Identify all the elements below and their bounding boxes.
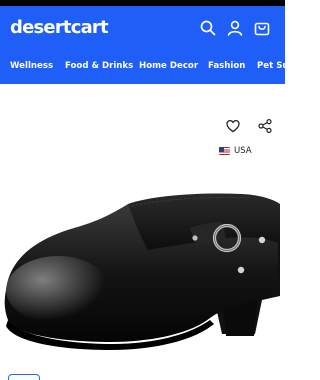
nav-item-fashion[interactable]: Fashion: [208, 58, 245, 74]
product-image[interactable]: [0, 178, 285, 358]
share-icon[interactable]: [257, 118, 273, 134]
nav-item-home-decor[interactable]: Home Decor: [139, 58, 198, 74]
nav-item-wellness[interactable]: Wellness: [10, 58, 53, 74]
us-flag-icon: [219, 147, 230, 155]
nav-item-pet-supplies[interactable]: Pet Sup: [257, 58, 285, 74]
country-selector[interactable]: USA: [219, 145, 252, 157]
cart-icon[interactable]: [253, 19, 271, 37]
nav-item-food-drinks[interactable]: Food & Drinks: [65, 58, 133, 74]
brand-logo[interactable]: desertcart: [10, 17, 109, 38]
site-header: desertcart Wellness Food & Drinks Home D…: [0, 6, 285, 84]
country-label: USA: [234, 146, 252, 156]
user-icon[interactable]: [226, 19, 244, 37]
search-icon[interactable]: [199, 19, 217, 37]
category-nav: Wellness Food & Drinks Home Decor Fashio…: [0, 58, 285, 76]
heart-icon[interactable]: [225, 118, 241, 134]
image-thumbnail[interactable]: [8, 374, 40, 380]
